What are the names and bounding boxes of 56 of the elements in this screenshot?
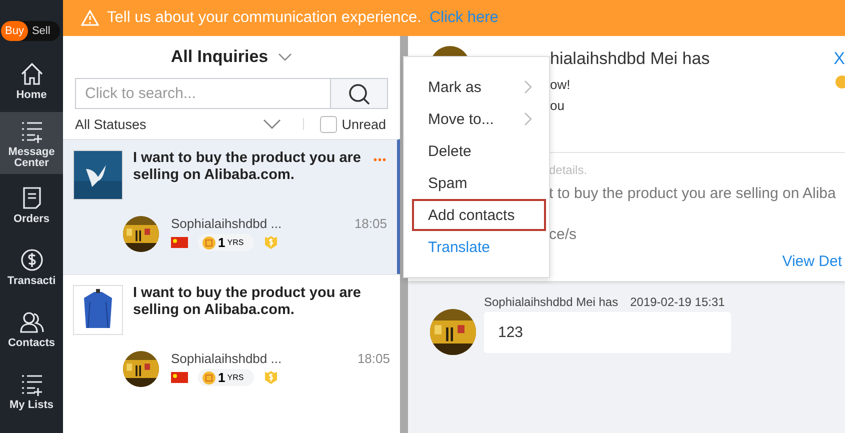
inquiry-subject: I want to buy the product you are selling on Alibaba.com. xyxy=(133,150,362,184)
flag-icon xyxy=(171,237,188,248)
buy-sell-toggle[interactable]: Buy Sell xyxy=(1,21,60,41)
coin-icon xyxy=(835,75,845,89)
inquiry-subject: I want to buy the product you are selling on Alibaba.com. xyxy=(133,285,362,319)
detail-hint: details. xyxy=(549,163,588,177)
banner-text: Tell us about your communication experience. xyxy=(107,9,422,27)
menu-item[interactable]: Add contacts xyxy=(412,199,546,231)
home-icon xyxy=(18,61,44,87)
shield-icon xyxy=(264,235,278,250)
warning-icon xyxy=(81,10,99,26)
sender-name: Sophialaihshdbd ... xyxy=(171,351,282,366)
menu-item[interactable]: Mark as xyxy=(412,71,546,103)
chevron-right-icon xyxy=(524,80,532,94)
message-time: 2019-02-19 15:31 xyxy=(630,295,725,309)
message-sender: Sophialaihshdbd Mei has xyxy=(484,295,618,309)
years-badge: 1$^{YRS}$ xyxy=(198,234,254,251)
sidebar-item[interactable]: Message Center xyxy=(0,112,63,174)
status-dropdown[interactable]: All Statuses xyxy=(75,116,146,132)
sidebar-item[interactable]: Contacts xyxy=(0,298,63,360)
inquiry-row[interactable]: I want to buy the product you are selling on Alibaba.com. ••• Sophialaihshdbd ... 18:05 1$^{YRS}$ xyxy=(63,139,400,274)
chevron-down-icon[interactable] xyxy=(278,53,292,61)
flag-icon xyxy=(171,372,188,383)
people-icon xyxy=(18,309,44,335)
shield-icon xyxy=(264,370,278,385)
mode-option[interactable]: Sell xyxy=(28,21,54,41)
menu-item[interactable]: Delete xyxy=(412,135,546,167)
unread-label: Unread xyxy=(342,116,386,132)
sidebar-item[interactable]: Home xyxy=(0,50,63,112)
unread-checkbox[interactable] xyxy=(320,116,337,132)
dollar-icon xyxy=(18,247,44,273)
search-button[interactable] xyxy=(330,78,388,109)
sidebar-item[interactable]: My Lists xyxy=(0,360,63,422)
sidebar-item[interactable]: Orders xyxy=(0,174,63,236)
inquiry-row[interactable]: I want to buy the product you are selling on Alibaba.com. Sophialaihshdbd ... 18:05 1$^{YRS}$ xyxy=(63,274,400,409)
menu-item[interactable]: Move to... xyxy=(412,103,546,135)
inquiries-title: All Inquiries xyxy=(170,47,268,67)
inquiry-time: 18:05 xyxy=(354,216,387,231)
chevron-down-icon[interactable] xyxy=(262,119,281,129)
search-field[interactable]: Click to search... xyxy=(75,78,330,109)
detail-text: ow! xyxy=(550,77,572,92)
view-details-link[interactable]: View Det xyxy=(782,253,842,270)
inquiry-body: t to buy the product you are selling on Aliba xyxy=(549,185,837,202)
message-bubble: 123 xyxy=(484,312,731,353)
sender-name: Sophialaihshdbd ... xyxy=(171,216,282,231)
close-button[interactable]: X xyxy=(834,49,845,69)
chevron-right-icon xyxy=(524,112,532,126)
quantity-text: ce/s xyxy=(549,226,578,243)
sender-heading: hialaihshdbd Mei has xyxy=(550,49,710,69)
inquiry-time: 18:05 xyxy=(357,351,390,366)
years-badge: 1$^{YRS}$ xyxy=(198,369,254,386)
search-icon xyxy=(347,82,371,106)
menu-item[interactable]: Spam xyxy=(412,167,546,199)
sidebar-item[interactable]: Transacti xyxy=(0,236,63,298)
menu-item[interactable]: Translate xyxy=(412,231,546,263)
detail-text: ou xyxy=(550,98,566,113)
